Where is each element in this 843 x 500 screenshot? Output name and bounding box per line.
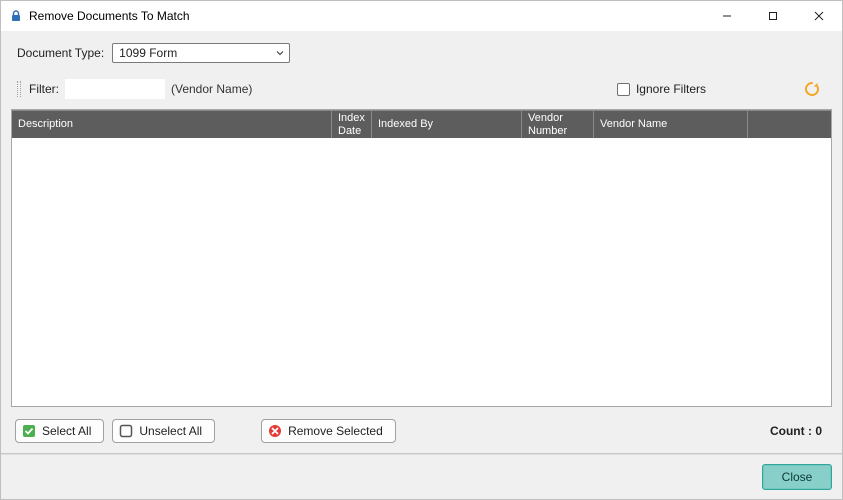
close-button-label: Close [782, 470, 813, 484]
count-label: Count : [770, 424, 812, 438]
grid-body [12, 138, 831, 406]
remove-selected-button[interactable]: Remove Selected [261, 419, 396, 443]
col-vendor-name[interactable]: Vendor Name [594, 111, 748, 138]
maximize-button[interactable] [750, 1, 796, 31]
col-vendor-number[interactable]: Vendor Number [522, 111, 594, 138]
check-square-icon [22, 424, 36, 438]
document-type-select[interactable]: 1099 Form [112, 43, 290, 63]
action-bar: Select All Unselect All Remove [9, 415, 834, 453]
dialog-window: Remove Documents To Match Document Type:… [0, 0, 843, 500]
titlebar: Remove Documents To Match [1, 1, 842, 31]
close-window-button[interactable] [796, 1, 842, 31]
ignore-filters-label: Ignore Filters [636, 82, 706, 96]
filter-hint: (Vendor Name) [171, 82, 252, 96]
documents-grid[interactable]: Description Index Date Indexed By Vendor… [11, 109, 832, 407]
dialog-footer: Close [1, 455, 842, 499]
document-type-row: Document Type: 1099 Form [9, 39, 834, 73]
col-indexed-by[interactable]: Indexed By [372, 111, 522, 138]
select-all-label: Select All [42, 424, 91, 438]
empty-square-icon [119, 424, 133, 438]
count-display: Count : 0 [770, 424, 828, 438]
dialog-body: Document Type: 1099 Form Filter: (Vendor… [1, 31, 842, 453]
window-title: Remove Documents To Match [29, 9, 190, 23]
minimize-button[interactable] [704, 1, 750, 31]
unselect-all-button[interactable]: Unselect All [112, 419, 215, 443]
chevron-down-icon [275, 48, 285, 58]
select-all-button[interactable]: Select All [15, 419, 104, 443]
filter-input[interactable] [65, 79, 165, 99]
checkbox-box-icon [617, 83, 630, 96]
document-type-value: 1099 Form [119, 46, 177, 60]
document-type-label: Document Type: [17, 46, 104, 60]
refresh-icon [803, 80, 821, 98]
unselect-all-label: Unselect All [139, 424, 202, 438]
col-description[interactable]: Description [12, 111, 332, 138]
filter-label: Filter: [29, 82, 59, 96]
count-value: 0 [815, 424, 822, 438]
grid-header: Description Index Date Indexed By Vendor… [12, 110, 831, 138]
close-button[interactable]: Close [762, 464, 832, 490]
filter-row: Filter: (Vendor Name) Ignore Filters [9, 73, 834, 109]
remove-selected-label: Remove Selected [288, 424, 383, 438]
col-extra [748, 111, 831, 138]
ignore-filters-checkbox[interactable]: Ignore Filters [617, 82, 706, 96]
window-controls [704, 1, 842, 31]
col-index-date[interactable]: Index Date [332, 111, 372, 138]
lock-icon [9, 9, 23, 23]
refresh-button[interactable] [802, 79, 822, 99]
toolbar-grip-icon [17, 81, 21, 97]
remove-circle-icon [268, 424, 282, 438]
